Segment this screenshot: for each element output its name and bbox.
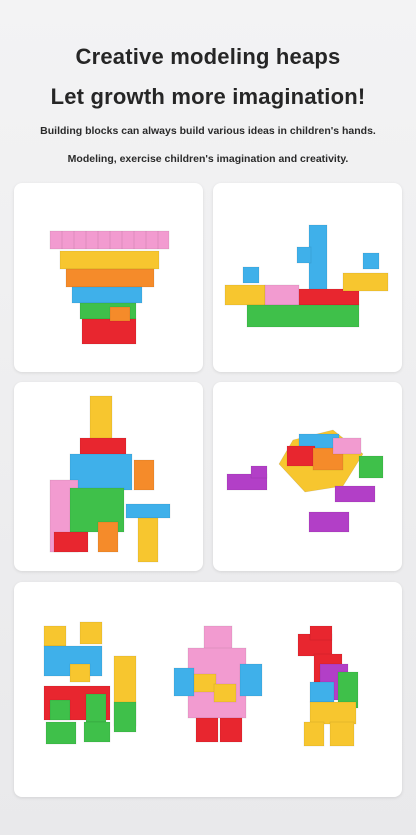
tower-block-model <box>14 183 203 372</box>
subtitle-line-2: Modeling, exercise children's imaginatio… <box>67 153 349 165</box>
subtitle-line-1: Building blocks can always build various… <box>40 125 376 137</box>
figure-block-model <box>173 625 263 743</box>
gallery-wide-card <box>14 582 402 797</box>
robot-block-model <box>14 382 203 571</box>
three-models-illustration <box>43 621 359 747</box>
turtle-block-model <box>213 382 402 571</box>
boat-block-model <box>213 183 402 372</box>
page-title-line-1: Creative modeling heaps <box>75 44 341 69</box>
tower-illustration <box>49 230 170 345</box>
page-title-line-2: Let growth more imagination! <box>50 84 366 109</box>
turtle-illustration <box>226 429 384 533</box>
boat-illustration <box>224 224 389 328</box>
robot-illustration <box>49 395 171 563</box>
bird-block-model <box>297 625 359 747</box>
letter-block-model <box>43 621 137 745</box>
